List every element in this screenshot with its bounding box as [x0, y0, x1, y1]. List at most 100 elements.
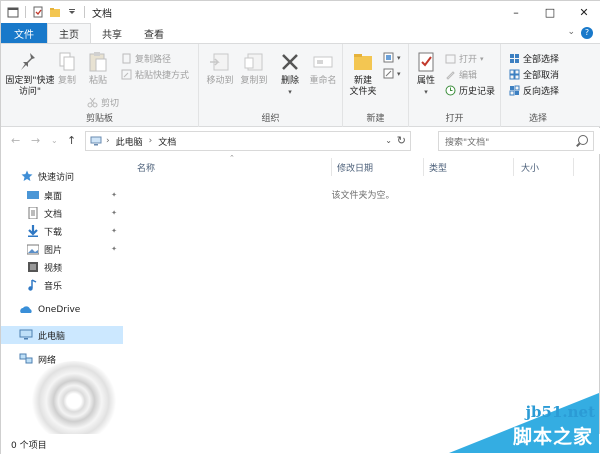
nav-label: OneDrive	[38, 305, 81, 315]
nav-this-pc[interactable]: 此电脑	[1, 326, 123, 344]
column-header-name[interactable]: 名称	[137, 158, 155, 176]
rename-button[interactable]: 重命名	[307, 50, 339, 87]
nav-label: 网络	[38, 355, 57, 366]
column-header-type[interactable]: 类型	[429, 158, 447, 176]
column-header-date[interactable]: 修改日期	[337, 158, 373, 176]
nav-onedrive[interactable]: OneDrive	[1, 301, 123, 319]
column-header-size[interactable]: 大小	[521, 158, 539, 176]
properties-icon[interactable]	[32, 6, 44, 18]
properties-button[interactable]: 属性 ▾	[413, 50, 439, 98]
pin-label: 固定到"快速访问"	[5, 76, 55, 97]
nav-downloads[interactable]: 下载 ✦	[1, 222, 123, 240]
column-divider[interactable]	[513, 158, 514, 176]
invert-selection-label: 反向选择	[523, 87, 560, 97]
address-bar[interactable]: › 此电脑 › 文档 ⌄ ↻	[85, 131, 411, 151]
music-note-icon	[27, 279, 39, 291]
open-button[interactable]: 打开 ▾	[445, 52, 484, 65]
select-all-button[interactable]: 全部选择	[509, 52, 559, 65]
pin-icon: ✦	[111, 227, 117, 235]
refresh-icon[interactable]: ↻	[397, 134, 406, 147]
move-to-button[interactable]: 移动到	[205, 50, 235, 87]
paste-icon	[86, 50, 110, 74]
close-icon[interactable]: ✕	[567, 1, 600, 23]
video-icon	[27, 261, 39, 273]
breadcrumb-documents[interactable]: 文档	[158, 135, 176, 148]
copy-to-icon	[242, 50, 266, 74]
new-folder-label: 新建	[353, 76, 372, 86]
cut-label: 剪切	[101, 99, 120, 109]
edit-button[interactable]: 编辑	[445, 68, 477, 81]
open-icon	[445, 53, 456, 64]
copy-path-button[interactable]: 复制路径	[121, 52, 171, 65]
watermark: jb51.net 脚本之家	[449, 383, 599, 453]
ribbon-collapse-icon[interactable]: ⌄	[567, 27, 575, 37]
tab-share[interactable]: 共享	[91, 23, 133, 43]
desktop-icon	[27, 189, 39, 201]
nav-quick-access[interactable]: 快速访问	[1, 167, 123, 185]
address-dropdown-icon[interactable]: ⌄	[385, 136, 392, 145]
new-folder-label-line2: 文件夹	[349, 87, 377, 97]
forward-arrow-icon[interactable]: →	[31, 134, 40, 147]
paste-button[interactable]: 粘贴	[85, 50, 111, 87]
invert-selection-button[interactable]: 反向选择	[509, 84, 559, 97]
up-arrow-icon[interactable]: ↑	[67, 134, 76, 147]
paste-shortcut-button[interactable]: 粘贴快捷方式	[121, 68, 189, 81]
help-icon[interactable]: ?	[581, 27, 593, 39]
customize-dropdown-icon[interactable]	[66, 6, 78, 18]
nav-label: 视频	[44, 263, 63, 274]
pin-icon: ✦	[111, 245, 117, 253]
select-none-button[interactable]: 全部取消	[509, 68, 559, 81]
pin-icon	[18, 50, 42, 74]
separator	[25, 6, 26, 18]
new-folder-icon[interactable]	[49, 6, 61, 18]
open-dropdown-icon: ▾	[480, 54, 484, 63]
nav-pictures[interactable]: 图片 ✦	[1, 240, 123, 258]
breadcrumb-this-pc[interactable]: 此电脑	[116, 135, 143, 148]
clipboard-group-label: 剪贴板	[85, 114, 113, 124]
back-arrow-icon[interactable]: ←	[11, 134, 20, 147]
easy-access-button[interactable]: ▾	[383, 68, 401, 79]
empty-folder-message: 该文件夹为空。	[331, 191, 395, 201]
nav-videos[interactable]: 视频	[1, 258, 123, 276]
column-divider[interactable]	[573, 158, 574, 176]
download-arrow-icon	[27, 225, 39, 237]
easy-access-dropdown-icon: ▾	[397, 69, 401, 78]
history-icon	[445, 85, 456, 96]
tab-view[interactable]: 查看	[133, 23, 175, 43]
move-to-label: 移动到	[206, 76, 234, 86]
nav-desktop[interactable]: 桌面 ✦	[1, 186, 123, 204]
copy-to-button[interactable]: 复制到	[239, 50, 269, 87]
open-group: 属性 ▾ 打开 ▾ 编辑 历史记录 打开	[409, 44, 501, 127]
column-divider[interactable]	[331, 158, 332, 176]
nav-label: 此电脑	[38, 331, 66, 342]
nav-documents[interactable]: 文档 ✦	[1, 204, 123, 222]
select-all-label: 全部选择	[523, 55, 560, 65]
properties-label: 属性	[416, 76, 435, 86]
history-button[interactable]: 历史记录	[445, 84, 495, 97]
copy-button[interactable]: 复制	[55, 50, 79, 87]
maximize-icon[interactable]: □	[533, 1, 567, 23]
minimize-icon[interactable]: –	[499, 1, 533, 23]
select-none-label: 全部取消	[523, 71, 560, 81]
copy-label: 复制	[57, 76, 76, 86]
move-to-icon	[208, 50, 232, 74]
clipboard-group: 固定到"快速访问" 复制 粘贴 复制路径 粘贴快捷方式 剪切 剪贴板	[1, 44, 199, 127]
pin-quick-access-button[interactable]: 固定到"快速访问"	[5, 50, 55, 98]
cut-button[interactable]: 剪切	[87, 96, 119, 109]
watermark-site: jb51.net	[525, 403, 595, 421]
tab-home[interactable]: 主页	[47, 23, 91, 43]
new-folder-button[interactable]: 新建 文件夹	[347, 50, 379, 98]
pictures-icon	[26, 243, 40, 255]
nav-music[interactable]: 音乐	[1, 276, 123, 294]
column-divider[interactable]	[423, 158, 424, 176]
tab-file[interactable]: 文件	[1, 23, 47, 43]
new-item-icon	[383, 52, 394, 63]
delete-x-icon	[278, 50, 302, 74]
copy-path-icon	[121, 53, 132, 64]
new-item-button[interactable]: ▾	[383, 52, 401, 63]
paste-shortcut-label: 粘贴快捷方式	[135, 71, 190, 81]
nav-label: 快速访问	[38, 172, 75, 183]
recent-locations-icon[interactable]: ⌄	[51, 136, 58, 145]
search-input[interactable]: 搜索"文档"	[438, 131, 594, 151]
delete-button[interactable]: 删除 ▾	[277, 50, 303, 98]
